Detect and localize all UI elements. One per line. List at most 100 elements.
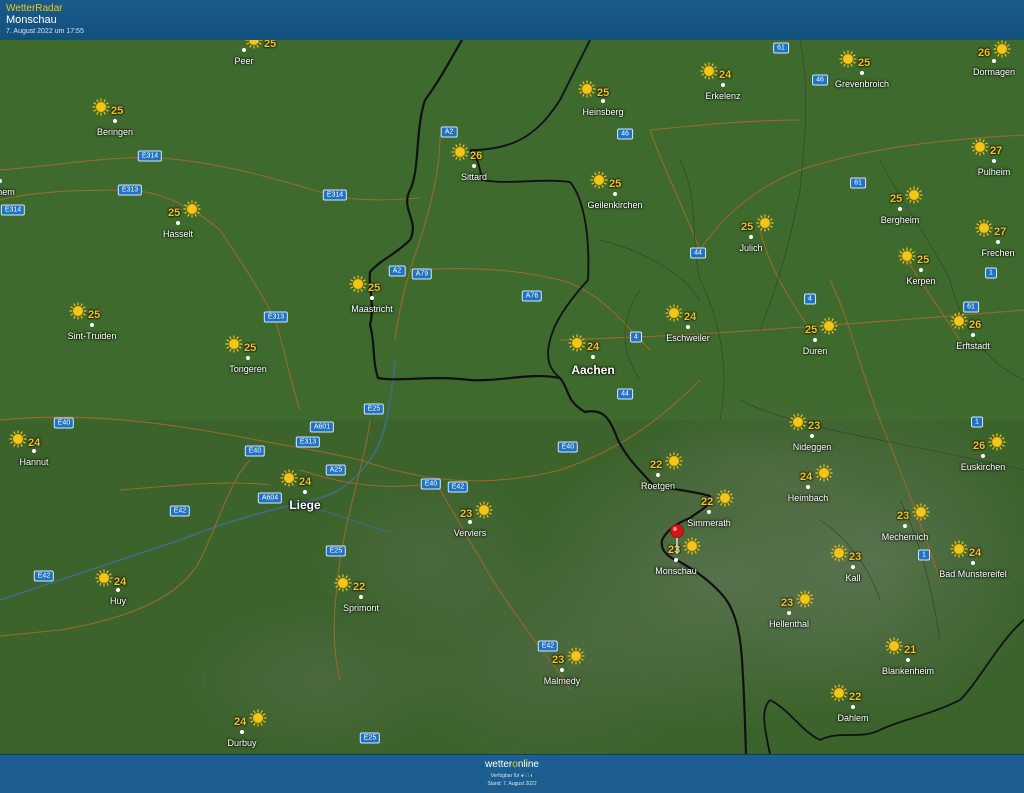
road-badge: E40 (557, 441, 579, 453)
logo-text-b: nline (517, 759, 539, 770)
timestamp: 7. August 2022 um 17:55 (6, 28, 84, 35)
sun-icon (830, 544, 848, 562)
city-dot (468, 520, 472, 524)
footer-logo[interactable]: wetteronline (0, 759, 1024, 770)
city-name: Mechernich (881, 532, 929, 542)
temperature-value: 25 (890, 193, 903, 205)
city-dot (992, 159, 996, 163)
footer-stand: Stand: 7. August 2022 (487, 781, 537, 787)
availability-text: Verfügbar für ●  ◐ (0, 773, 1024, 779)
city-name: Roetgen (640, 481, 676, 491)
road-badge: E40 (420, 478, 442, 490)
city-name: Euskirchen (960, 462, 1006, 472)
road-badge: E42 (447, 481, 469, 493)
sun-icon (905, 186, 923, 204)
sun-icon (815, 464, 833, 482)
city-name: Kerpen (906, 276, 936, 286)
city-dot (613, 192, 617, 196)
road-badge: E313 (295, 436, 321, 448)
city-name: Simmerath (687, 518, 731, 528)
road-badge: 61 (850, 177, 866, 189)
temperature-value: 21 (904, 644, 917, 656)
temperature-value: 25 (858, 57, 871, 69)
sun-icon (993, 40, 1011, 58)
city-dot (981, 454, 985, 458)
sun-icon (69, 302, 87, 320)
city-dot (971, 561, 975, 565)
city-name: Sprimont (342, 603, 380, 613)
temperature-value: 26 (978, 47, 991, 59)
road-badge: 1 (971, 416, 983, 428)
city-dot (674, 558, 678, 562)
sun-icon (567, 647, 585, 665)
sun-icon (183, 200, 201, 218)
city-dot (303, 490, 307, 494)
city-name: Sint-Truiden (67, 331, 117, 341)
road-badge: 44 (617, 388, 633, 400)
temperature-value: 24 (299, 476, 312, 488)
city-name: Blankenheim (881, 666, 935, 676)
city-dot (992, 59, 996, 63)
sun-icon (249, 709, 267, 727)
city-name: Heimbach (787, 493, 829, 503)
sun-icon (665, 304, 683, 322)
road-badge: 4 (804, 293, 816, 305)
temperature-value: 25 (805, 324, 818, 336)
city-dot (919, 268, 923, 272)
city-dot (749, 235, 753, 239)
road-badge: E25 (363, 403, 385, 415)
city-dot (906, 658, 910, 662)
temperature-value: 25 (597, 87, 610, 99)
temperature-value: 22 (849, 691, 862, 703)
city-dot (472, 164, 476, 168)
temperature-value: 23 (552, 654, 565, 666)
temperature-value: 27 (994, 226, 1007, 238)
road-badge: A2 (440, 126, 458, 138)
road-badge: 46 (617, 128, 633, 140)
temperature-value: 23 (781, 597, 794, 609)
temperature-value: 25 (368, 282, 381, 294)
city-name: Grevenbroich (834, 79, 890, 89)
city-dot (721, 83, 725, 87)
sun-icon (898, 247, 916, 265)
road-badge: E313 (263, 311, 289, 323)
temperature-value: 23 (808, 420, 821, 432)
temperature-value: 25 (741, 221, 754, 233)
brand-title: WetterRadar (6, 3, 63, 14)
city-name: Peer (234, 56, 254, 66)
city-name: Dormagen (972, 67, 1016, 77)
city-dot (860, 71, 864, 75)
temperature-value: 24 (800, 471, 813, 483)
app-footer: wetteronline Verfügbar für ●  ◐ Stand: … (0, 754, 1024, 793)
temperature-value: 24 (719, 69, 732, 81)
road-badge: 4 (630, 331, 642, 343)
city-dot (242, 48, 246, 52)
city-name: Sittard (460, 172, 488, 182)
weather-map[interactable]: 61 46 A2 46 E314 E313 E314 E314 A2 A79 61 44 A76 4 1 61… (0, 40, 1024, 754)
city-name: Bad Munstereifel (939, 569, 1007, 579)
city-name: Nideggen (792, 442, 832, 452)
road-badge: E313 (117, 184, 143, 196)
temperature-value: 25 (168, 207, 181, 219)
city-dot (996, 240, 1000, 244)
city-name: Hannut (19, 457, 49, 467)
sun-icon (971, 138, 989, 156)
map-pin-icon[interactable] (670, 524, 684, 554)
city-dot (813, 338, 817, 342)
temperature-value: 26 (470, 150, 483, 162)
sun-icon (590, 171, 608, 189)
sun-icon (885, 637, 903, 655)
city-name: Duren (802, 346, 828, 356)
road-badge: A25 (325, 464, 347, 476)
city-dot (971, 333, 975, 337)
city-dot (246, 356, 250, 360)
city-name: Geilenkirchen (587, 200, 643, 210)
sun-icon (92, 98, 110, 116)
city-dot (240, 730, 244, 734)
logo-text-a: wetter (485, 759, 513, 770)
road-badge: A76 (521, 290, 543, 302)
city-name: Monschau (655, 566, 697, 576)
sun-icon (820, 317, 838, 335)
city-dot (903, 524, 907, 528)
temperature-value: 24 (114, 576, 127, 588)
